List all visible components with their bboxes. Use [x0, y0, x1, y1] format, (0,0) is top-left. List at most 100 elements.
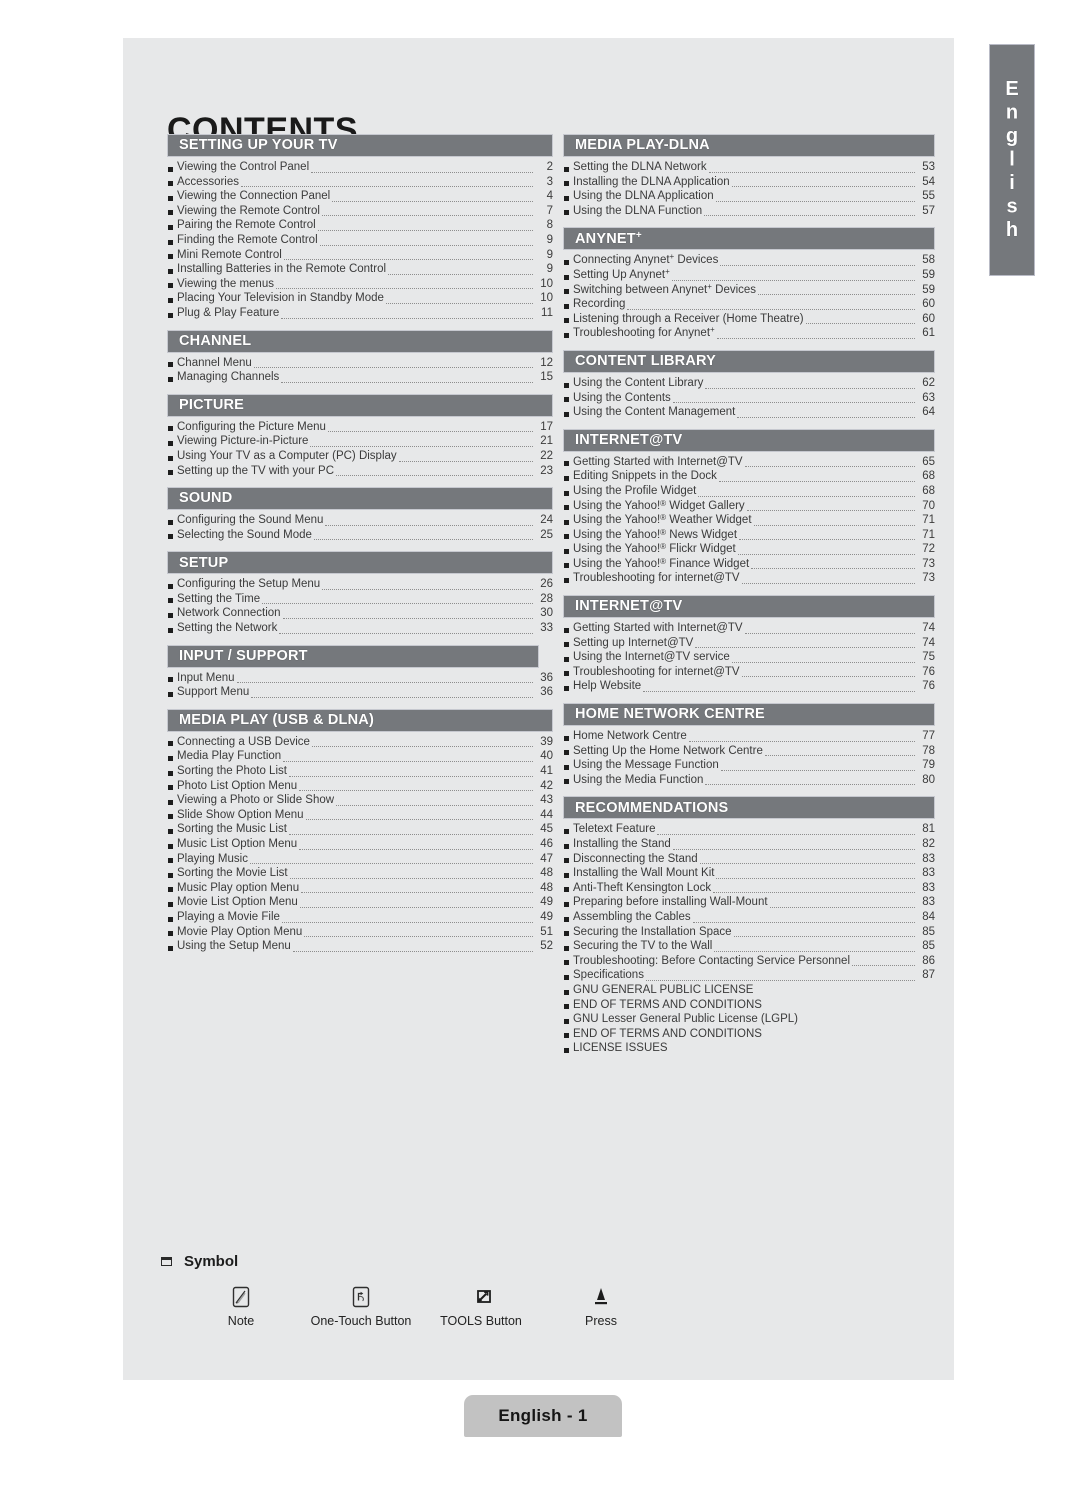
toc-section-header[interactable]: RECOMMENDATIONS — [563, 796, 935, 820]
toc-entry[interactable]: Preparing before installing Wall-Mount 83 — [563, 895, 935, 910]
toc-entry[interactable]: Using the Yahoo!® News Widget 71 — [563, 528, 935, 543]
toc-entry[interactable]: Getting Started with Internet@TV 65 — [563, 455, 935, 470]
toc-entry[interactable]: LICENSE ISSUES — [563, 1041, 935, 1056]
toc-entry[interactable]: Managing Channels 15 — [167, 370, 553, 385]
toc-section-header[interactable]: HOME NETWORK CENTRE — [563, 703, 935, 727]
toc-entry[interactable]: Using the Content Management 64 — [563, 405, 935, 420]
toc-entry[interactable]: Anti-Theft Kensington Lock 83 — [563, 881, 935, 896]
toc-entry[interactable]: Troubleshooting for internet@TV 73 — [563, 571, 935, 586]
toc-section-header[interactable]: CONTENT LIBRARY — [563, 349, 935, 373]
toc-entry[interactable]: GNU Lesser General Public License (LGPL) — [563, 1012, 935, 1027]
toc-entry[interactable]: Media Play Function 40 — [167, 749, 553, 764]
toc-section-header[interactable]: CHANNEL — [167, 329, 553, 353]
toc-entry[interactable]: Configuring the Sound Menu 24 — [167, 513, 553, 528]
toc-entry[interactable]: Photo List Option Menu 42 — [167, 779, 553, 794]
toc-entry[interactable]: Disconnecting the Stand 83 — [563, 852, 935, 867]
toc-entry[interactable]: Input Menu 36 — [167, 671, 553, 686]
toc-entry[interactable]: Sorting the Movie List 48 — [167, 866, 553, 881]
toc-entry[interactable]: Listening through a Receiver (Home Theat… — [563, 312, 935, 327]
toc-entry[interactable]: GNU GENERAL PUBLIC LICENSE — [563, 983, 935, 998]
toc-section-header[interactable]: SETTING UP YOUR TV — [167, 134, 553, 157]
toc-entry[interactable]: Using Your TV as a Computer (PC) Display… — [167, 449, 553, 464]
toc-entry[interactable]: Assembling the Cables 84 — [563, 910, 935, 925]
toc-section-header[interactable]: INTERNET@TV — [563, 595, 935, 619]
toc-entry[interactable]: Installing the Wall Mount Kit 83 — [563, 866, 935, 881]
toc-section-header[interactable]: SETUP — [167, 551, 553, 575]
toc-entry[interactable]: Using the Yahoo!® Flickr Widget 72 — [563, 542, 935, 557]
toc-entry[interactable]: Music Play option Menu 48 — [167, 881, 553, 896]
toc-entry[interactable]: Help Website 76 — [563, 679, 935, 694]
toc-entry[interactable]: Using the Setup Menu 52 — [167, 939, 553, 954]
toc-entry[interactable]: Sorting the Music List 45 — [167, 822, 553, 837]
toc-section-header[interactable]: ANYNET+ — [563, 227, 935, 251]
toc-entry[interactable]: Using the Yahoo!® Weather Widget 71 — [563, 513, 935, 528]
toc-section-header[interactable]: SOUND — [167, 487, 553, 511]
toc-entry[interactable]: END OF TERMS AND CONDITIONS — [563, 1027, 935, 1042]
toc-entry[interactable]: Specifications 87 — [563, 968, 935, 983]
toc-entry[interactable]: Setting up Internet@TV 74 — [563, 636, 935, 651]
toc-entry[interactable]: Using the DLNA Application 55 — [563, 189, 935, 204]
toc-section-header[interactable]: PICTURE — [167, 393, 553, 417]
toc-entry[interactable]: Viewing the Control Panel 2 — [167, 160, 553, 175]
toc-entry[interactable]: Using the Content Library 62 — [563, 376, 935, 391]
toc-entry[interactable]: Playing Music 47 — [167, 852, 553, 867]
toc-entry[interactable]: Configuring the Setup Menu 26 — [167, 577, 553, 592]
toc-entry[interactable]: Viewing the Connection Panel 4 — [167, 189, 553, 204]
toc-entry[interactable]: Using the Media Function 80 — [563, 773, 935, 788]
toc-entry[interactable]: Network Connection 30 — [167, 606, 553, 621]
toc-entry[interactable]: Pairing the Remote Control 8 — [167, 218, 553, 233]
toc-entry[interactable]: Troubleshooting: Before Contacting Servi… — [563, 954, 935, 969]
toc-entry[interactable]: Slide Show Option Menu 44 — [167, 808, 553, 823]
toc-entry[interactable]: Installing the DLNA Application 54 — [563, 175, 935, 190]
toc-entry[interactable]: Accessories 3 — [167, 175, 553, 190]
toc-entry[interactable]: Configuring the Picture Menu 17 — [167, 420, 553, 435]
toc-entry[interactable]: Plug & Play Feature 11 — [167, 306, 553, 321]
toc-entry[interactable]: Music List Option Menu 46 — [167, 837, 553, 852]
toc-entry[interactable]: Connecting Anynet+ Devices 58 — [563, 253, 935, 268]
toc-entry[interactable]: Using the Yahoo!® Finance Widget 73 — [563, 557, 935, 572]
toc-entry[interactable]: Setting the Time 28 — [167, 592, 553, 607]
toc-entry[interactable]: Using the DLNA Function 57 — [563, 204, 935, 219]
toc-entry[interactable]: Switching between Anynet+ Devices 59 — [563, 282, 935, 298]
toc-section-header[interactable]: MEDIA PLAY (USB & DLNA) — [167, 708, 553, 732]
toc-entry[interactable]: Movie List Option Menu 49 — [167, 895, 553, 910]
toc-entry[interactable]: Using the Contents 63 — [563, 391, 935, 406]
toc-section-header[interactable]: INTERNET@TV — [563, 428, 935, 452]
toc-section-header[interactable]: MEDIA PLAY-DLNA — [563, 134, 935, 157]
toc-entry[interactable]: Getting Started with Internet@TV 74 — [563, 621, 935, 636]
toc-entry[interactable]: Home Network Centre 77 — [563, 729, 935, 744]
toc-entry[interactable]: Recording 60 — [563, 297, 935, 312]
toc-entry[interactable]: Movie Play Option Menu 51 — [167, 925, 553, 940]
toc-section-header[interactable]: INPUT / SUPPORT — [167, 644, 539, 668]
toc-entry[interactable]: Setting up the TV with your PC 23 — [167, 464, 553, 479]
toc-entry[interactable]: Viewing a Photo or Slide Show 43 — [167, 793, 553, 808]
toc-entry[interactable]: Selecting the Sound Mode 25 — [167, 528, 553, 543]
toc-entry[interactable]: Securing the Installation Space 85 — [563, 925, 935, 940]
toc-entry[interactable]: Viewing Picture-in-Picture 21 — [167, 434, 553, 449]
toc-entry[interactable]: Teletext Feature 81 — [563, 822, 935, 837]
toc-entry[interactable]: Using the Yahoo!® Widget Gallery 70 — [563, 499, 935, 514]
toc-entry[interactable]: Setting the DLNA Network 53 — [563, 160, 935, 175]
toc-entry[interactable]: Using the Internet@TV service 75 — [563, 650, 935, 665]
toc-entry[interactable]: Installing Batteries in the Remote Contr… — [167, 262, 553, 277]
toc-entry[interactable]: Editing Snippets in the Dock 68 — [563, 469, 935, 484]
toc-entry[interactable]: Securing the TV to the Wall 85 — [563, 939, 935, 954]
toc-entry[interactable]: Sorting the Photo List 41 — [167, 764, 553, 779]
toc-entry[interactable]: END OF TERMS AND CONDITIONS — [563, 998, 935, 1013]
toc-entry[interactable]: Playing a Movie File 49 — [167, 910, 553, 925]
toc-entry[interactable]: Placing Your Television in Standby Mode 1… — [167, 291, 553, 306]
toc-entry[interactable]: Channel Menu 12 — [167, 356, 553, 371]
toc-entry[interactable]: Setting Up Anynet+ 59 — [563, 267, 935, 283]
toc-entry[interactable]: Troubleshooting for internet@TV 76 — [563, 665, 935, 680]
toc-entry[interactable]: Installing the Stand 82 — [563, 837, 935, 852]
toc-entry[interactable]: Setting the Network 33 — [167, 621, 553, 636]
toc-entry[interactable]: Viewing the Remote Control 7 — [167, 204, 553, 219]
toc-entry[interactable]: Troubleshooting for Anynet+ 61 — [563, 326, 935, 341]
toc-entry[interactable]: Viewing the menus 10 — [167, 277, 553, 292]
toc-entry[interactable]: Mini Remote Control 9 — [167, 248, 553, 263]
toc-entry[interactable]: Setting Up the Home Network Centre 78 — [563, 744, 935, 759]
toc-entry[interactable]: Connecting a USB Device 39 — [167, 735, 553, 750]
toc-entry[interactable]: Using the Message Function 79 — [563, 758, 935, 773]
toc-entry[interactable]: Finding the Remote Control 9 — [167, 233, 553, 248]
toc-entry[interactable]: Using the Profile Widget 68 — [563, 484, 935, 499]
